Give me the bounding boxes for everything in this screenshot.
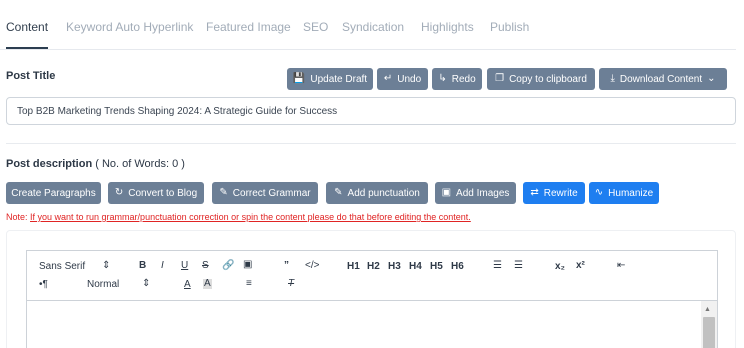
tab-content[interactable]: Content xyxy=(6,20,48,34)
h2-button[interactable]: H2 xyxy=(367,262,380,272)
clear-format-icon[interactable]: T xyxy=(288,279,294,289)
undo-button[interactable]: ↵ Undo xyxy=(377,68,428,90)
rewrite-button[interactable]: ⇄ Rewrite xyxy=(523,182,585,204)
tab-keyword-auto-hyperlink[interactable]: Keyword Auto Hyperlink xyxy=(66,20,193,34)
active-tab-indicator xyxy=(6,47,48,49)
section-divider xyxy=(6,143,736,144)
font-select-arrows-icon: ⇕ xyxy=(102,260,111,271)
pencil-icon: ✎ xyxy=(334,187,343,198)
code-block-icon[interactable]: </> xyxy=(305,261,319,271)
undo-icon: ↵ xyxy=(383,73,393,84)
download-content-button[interactable]: ⤓ Download Content ⌄ xyxy=(599,68,727,90)
editing-note: Note: If you want to run grammar/punctua… xyxy=(6,212,471,222)
update-draft-button[interactable]: 💾 Update Draft xyxy=(287,68,373,90)
copy-to-clipboard-button[interactable]: ❐ Copy to clipboard xyxy=(487,68,595,90)
font-family-select[interactable]: Sans Serif xyxy=(39,262,85,272)
image-icon: ▣ xyxy=(441,187,452,198)
redo-icon: ↳ xyxy=(438,73,447,84)
add-images-button[interactable]: ▣ Add Images xyxy=(435,182,516,204)
correct-grammar-button[interactable]: ✎ Correct Grammar xyxy=(212,182,318,204)
text-direction-icon[interactable]: •¶ xyxy=(39,280,48,290)
add-punctuation-button[interactable]: ✎ Add punctuation xyxy=(326,182,428,204)
subscript-button[interactable]: x₂ xyxy=(555,262,565,272)
edit-icon: ✎ xyxy=(219,187,228,198)
link-icon[interactable]: 🔗 xyxy=(222,261,234,271)
convert-icon: ↻ xyxy=(114,187,124,198)
sync-icon: ⇄ xyxy=(530,187,539,198)
tab-seo[interactable]: SEO xyxy=(303,20,328,34)
outdent-icon[interactable]: ⇤ xyxy=(617,261,625,271)
save-icon: 💾 xyxy=(292,73,306,84)
strike-button[interactable]: S xyxy=(202,261,209,271)
italic-button[interactable]: I xyxy=(161,261,164,271)
tab-featured-image[interactable]: Featured Image xyxy=(206,20,291,34)
h3-button[interactable]: H3 xyxy=(388,262,401,272)
humanize-button[interactable]: ∿ Humanize xyxy=(589,182,659,204)
superscript-button[interactable]: x² xyxy=(576,261,585,271)
copy-icon: ❐ xyxy=(495,73,505,84)
convert-to-blog-button[interactable]: ↻ Convert to Blog xyxy=(108,182,204,204)
post-description-label: Post description ( No. of Words: 0 ) xyxy=(6,158,185,170)
word-count: ( No. of Words: 0 ) xyxy=(95,158,185,170)
size-select-arrows-icon: ⇕ xyxy=(142,278,151,289)
h4-button[interactable]: H4 xyxy=(409,262,422,272)
download-icon: ⤓ xyxy=(610,73,615,84)
text-color-icon[interactable]: A xyxy=(184,280,191,290)
tab-bar: Content Keyword Auto Hyperlink Featured … xyxy=(0,0,736,50)
rich-text-editor[interactable]: Sans Serif ⇕ B I U S 🔗 ▣ ” </> H1 H2 H3 … xyxy=(26,250,718,348)
chevron-down-icon: ⌄ xyxy=(707,73,716,84)
bullet-list-icon[interactable]: ☰ xyxy=(514,261,523,271)
background-color-icon[interactable]: A xyxy=(203,279,212,289)
scroll-up-icon[interactable]: ▲ xyxy=(704,306,711,313)
tab-highlights[interactable]: Highlights xyxy=(421,20,474,34)
post-title-label: Post Title xyxy=(6,70,56,82)
bold-button[interactable]: B xyxy=(139,261,146,271)
post-title-input[interactable]: Top B2B Marketing Trends Shaping 2024: A… xyxy=(6,97,736,125)
ordered-list-icon[interactable]: ☰ xyxy=(493,261,502,271)
redo-button[interactable]: ↳ Redo xyxy=(432,68,482,90)
scrollbar-thumb[interactable] xyxy=(703,317,715,348)
font-size-select[interactable]: Normal xyxy=(87,280,119,290)
create-paragraphs-button[interactable]: Create Paragraphs xyxy=(6,182,101,204)
h6-button[interactable]: H6 xyxy=(451,262,464,272)
align-icon[interactable]: ≡ xyxy=(246,279,252,289)
editor-toolbar: Sans Serif ⇕ B I U S 🔗 ▣ ” </> H1 H2 H3 … xyxy=(27,251,717,301)
pulse-icon: ∿ xyxy=(594,187,604,198)
blockquote-icon[interactable]: ” xyxy=(284,261,289,271)
h5-button[interactable]: H5 xyxy=(430,262,443,272)
h1-button[interactable]: H1 xyxy=(347,262,360,272)
image-icon[interactable]: ▣ xyxy=(243,260,252,270)
tab-syndication[interactable]: Syndication xyxy=(342,20,404,34)
underline-button[interactable]: U xyxy=(181,261,188,271)
tab-publish[interactable]: Publish xyxy=(490,20,529,34)
